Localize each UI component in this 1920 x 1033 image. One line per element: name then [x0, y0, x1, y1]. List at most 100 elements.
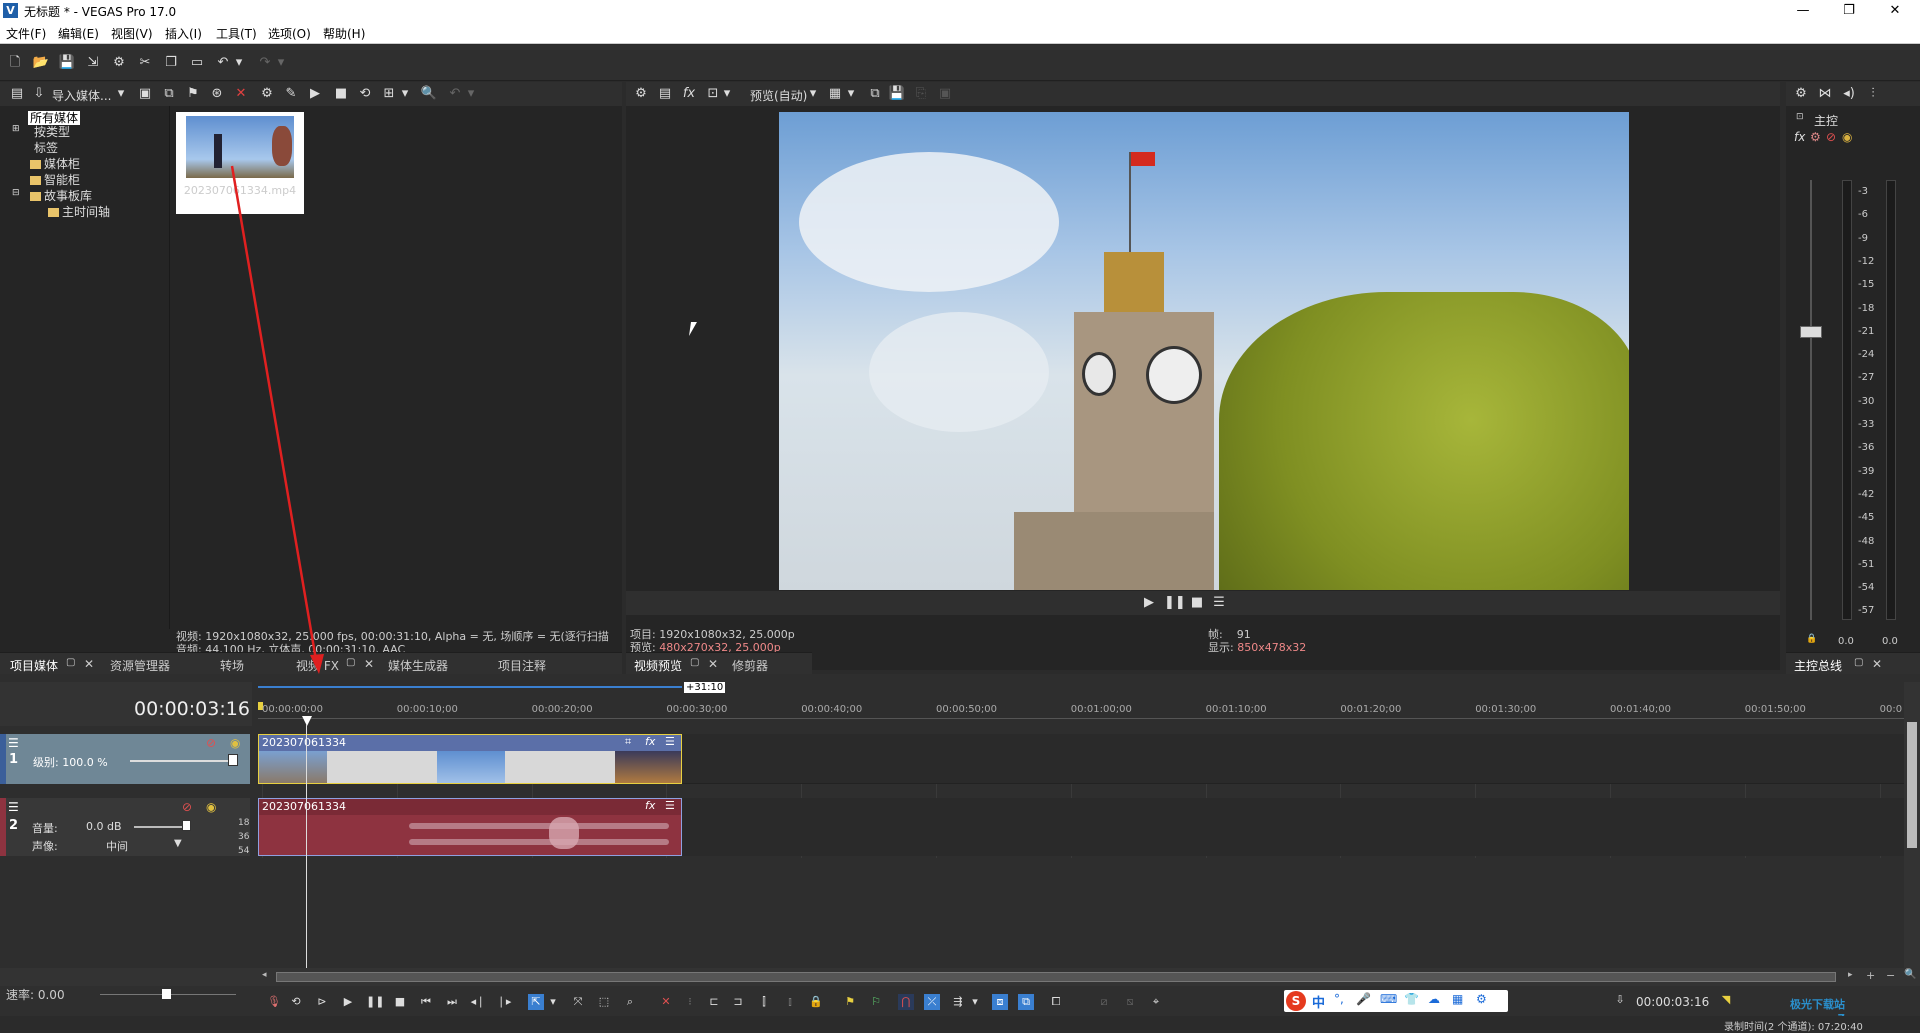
- audio-track-header[interactable]: ☰ 2 ⊘ ◉ 音量: 0.0 dB 声像: 中间 ▼ 18 36 54: [0, 798, 250, 856]
- pause-icon[interactable]: ❚❚: [366, 994, 384, 1010]
- undo-icon[interactable]: ↶: [214, 54, 232, 72]
- dim-output-icon[interactable]: ◂): [1840, 85, 1858, 103]
- video-clip[interactable]: 202307061334 ⌗ fx ☰: [258, 734, 682, 784]
- copy-snapshot-icon[interactable]: ⧉: [866, 85, 884, 103]
- pan-handle-icon[interactable]: ▼: [174, 838, 182, 849]
- snapping-icon[interactable]: ⋂: [898, 994, 914, 1010]
- tree-smart-bins[interactable]: 智能柜: [44, 173, 80, 187]
- tab-close-icon[interactable]: ✕: [364, 657, 374, 671]
- selection-tool-icon[interactable]: ⬚: [596, 994, 612, 1010]
- delete-icon[interactable]: ✕: [658, 994, 674, 1010]
- tab-close-icon[interactable]: ✕: [1872, 657, 1882, 671]
- master-fx-chain-icon[interactable]: ⚙: [1810, 130, 1821, 144]
- menu-help[interactable]: 帮助(H): [323, 25, 365, 42]
- media-play-icon[interactable]: ▶: [306, 85, 324, 103]
- ime-voice-icon[interactable]: 🎤: [1356, 992, 1371, 1006]
- level-slider-handle[interactable]: [228, 754, 238, 766]
- loop-region-bar[interactable]: [258, 686, 682, 688]
- new-file-icon[interactable]: 🗋: [6, 54, 24, 72]
- split-dropdown-icon[interactable]: ▾: [722, 85, 732, 103]
- normal-edit-tool-icon[interactable]: ⇱: [528, 994, 544, 1010]
- tab-trimmer[interactable]: 修剪器: [732, 657, 768, 674]
- trim-end-icon[interactable]: ⊐: [730, 994, 746, 1010]
- vertical-scroll-thumb[interactable]: [1907, 722, 1917, 848]
- master-fader-handle[interactable]: [1800, 326, 1822, 338]
- media-fx-plugin-icon[interactable]: ✎: [282, 85, 300, 103]
- sogou-ime-icon[interactable]: S: [1286, 991, 1306, 1011]
- import-media-icon[interactable]: ⇩: [30, 85, 48, 103]
- capture-icon[interactable]: ▣: [136, 85, 154, 103]
- auto-preview-icon[interactable]: ⟲: [356, 85, 374, 103]
- preview-stop-icon[interactable]: ■: [1188, 594, 1206, 612]
- save-snapshot-icon[interactable]: 💾: [888, 85, 906, 103]
- open-folder-icon[interactable]: 📂: [32, 54, 50, 72]
- track-menu-icon[interactable]: ☰: [8, 736, 19, 750]
- preview-properties-icon[interactable]: ⚙: [632, 85, 650, 103]
- tab-float-icon[interactable]: ▢: [346, 657, 355, 668]
- undo-dropdown-icon[interactable]: ▾: [234, 54, 244, 72]
- auto-ripple-icon[interactable]: ⇶: [950, 994, 966, 1010]
- get-media-icon[interactable]: ⧉: [160, 85, 178, 103]
- tab-transitions[interactable]: 转场: [220, 657, 244, 674]
- trim-icon[interactable]: ⁝: [682, 994, 698, 1010]
- media-stop-icon[interactable]: ■: [332, 85, 350, 103]
- track-solo-icon[interactable]: ◉: [206, 800, 216, 814]
- trim-start-icon[interactable]: ⊏: [706, 994, 722, 1010]
- audio-clip[interactable]: 202307061334 fx ☰: [258, 798, 682, 856]
- track-mute-icon[interactable]: ⊘: [206, 736, 216, 750]
- ime-skin-icon[interactable]: 👕: [1404, 992, 1419, 1006]
- tree-storyboard-bins[interactable]: 故事板库: [44, 189, 92, 203]
- tab-project-notes[interactable]: 项目注释: [498, 657, 546, 674]
- tab-video-preview[interactable]: 视频预览: [634, 657, 682, 674]
- record-icon[interactable]: 🎙: [266, 994, 282, 1010]
- menu-view[interactable]: 视图(V): [111, 25, 153, 42]
- tree-by-type[interactable]: 按类型: [34, 123, 70, 140]
- save-icon[interactable]: 💾: [58, 54, 76, 72]
- auto-crossfade-icon[interactable]: ⤫: [924, 994, 940, 1010]
- tab-media-generators[interactable]: 媒体生成器: [388, 657, 448, 674]
- go-to-end-icon[interactable]: ⏭: [444, 994, 460, 1010]
- tree-main-timeline[interactable]: 主时间轴: [62, 205, 110, 219]
- media-thumbnail[interactable]: 20230706​1334.mp4: [176, 112, 304, 214]
- track-menu-icon[interactable]: ☰: [8, 800, 19, 814]
- downmix-icon[interactable]: ⋈: [1816, 85, 1834, 103]
- ime-cloud-icon[interactable]: ☁: [1428, 992, 1440, 1006]
- master-lock-icon[interactable]: 🔒: [1806, 634, 1817, 644]
- clip-menu-icon[interactable]: ☰: [665, 735, 675, 748]
- tab-close-icon[interactable]: ✕: [708, 657, 718, 671]
- import-dropdown-icon[interactable]: ▾: [116, 85, 126, 103]
- pan-crop-icon[interactable]: ⌗: [625, 735, 631, 749]
- next-frame-icon[interactable]: ❘▸: [496, 994, 512, 1010]
- mixer-icon[interactable]: ⫶: [1864, 85, 1882, 103]
- overlays-grid-icon[interactable]: ▦: [826, 85, 844, 103]
- tab-project-media[interactable]: 项目媒体: [10, 657, 58, 674]
- preview-pause-icon[interactable]: ❚❚: [1164, 594, 1186, 612]
- rate-slider-handle[interactable]: [162, 989, 171, 999]
- expand-icon[interactable]: ⊞: [12, 124, 20, 134]
- zoom-tool-icon[interactable]: 🔍: [1904, 969, 1916, 980]
- overlays-dropdown-icon[interactable]: ▾: [846, 85, 856, 103]
- tab-float-icon[interactable]: ▢: [1854, 657, 1863, 668]
- menu-tools[interactable]: 工具(T): [216, 25, 257, 42]
- ime-chinese-mode[interactable]: 中: [1312, 992, 1325, 1011]
- views-dropdown-icon[interactable]: ▾: [400, 85, 410, 103]
- vertical-scrollbar[interactable]: [1904, 682, 1920, 970]
- cut-icon[interactable]: ✂: [136, 54, 154, 72]
- paste-icon[interactable]: ▭: [188, 54, 206, 72]
- ripple-dropdown-icon[interactable]: ▾: [970, 994, 980, 1010]
- media-undo-icon[interactable]: ↶: [446, 85, 464, 103]
- track-mute-icon[interactable]: ⊘: [182, 800, 192, 814]
- media-undo-dropdown-icon[interactable]: ▾: [466, 85, 476, 103]
- video-fx-icon[interactable]: fx: [680, 85, 698, 103]
- lock-envelopes-icon[interactable]: ⧈: [992, 994, 1008, 1010]
- prev-frame-icon[interactable]: ◂❘: [470, 994, 486, 1010]
- menu-options[interactable]: 选项(O): [268, 25, 311, 42]
- master-checkbox-icon[interactable]: ⊡: [1796, 112, 1804, 122]
- zoom-timeline-icon[interactable]: ⌕: [622, 994, 638, 1010]
- master-properties-icon[interactable]: ⚙: [1792, 85, 1810, 103]
- tab-master-bus[interactable]: 主控总线: [1794, 657, 1842, 674]
- video-track-header[interactable]: ☰ 1 ⊘ ◉ 级别: 100.0 %: [0, 734, 250, 784]
- preview-device-icon[interactable]: ▤: [656, 85, 674, 103]
- track-solo-icon[interactable]: ◉: [230, 736, 240, 750]
- ime-keyboard-icon[interactable]: ⌨: [1380, 992, 1397, 1006]
